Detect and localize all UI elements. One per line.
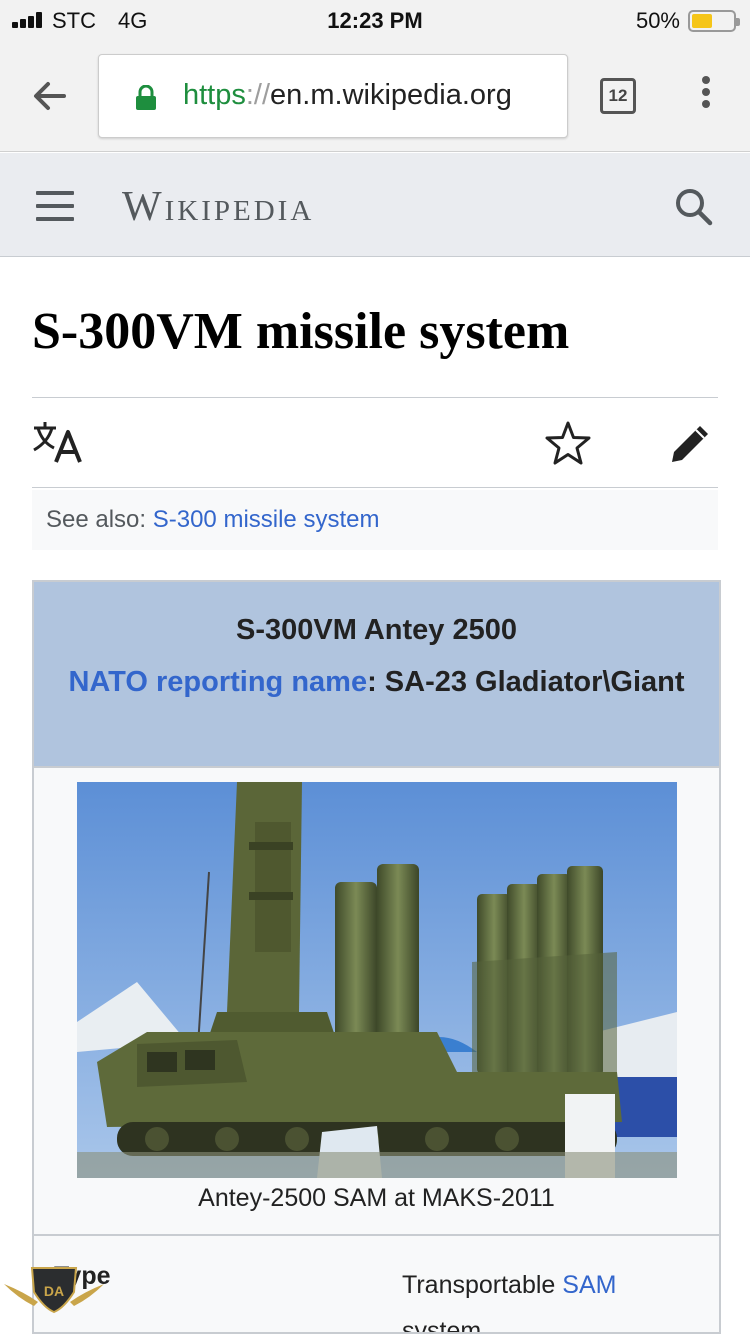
type-value-prefix: Transportable bbox=[402, 1271, 563, 1299]
nato-separator: : bbox=[367, 666, 385, 698]
battery-percent: 50% bbox=[635, 8, 680, 33]
infobox-image[interactable] bbox=[77, 782, 677, 1178]
language-icon[interactable] bbox=[32, 420, 86, 464]
status-bar: STC 4G 12:23 PM 50% bbox=[0, 0, 750, 40]
browser-toolbar: https://en.m.wikipedia.org 12 bbox=[0, 40, 750, 152]
wiki-header: Wikipedia bbox=[0, 153, 750, 257]
infobox-name: S-300VM Antey 2500 bbox=[235, 614, 517, 646]
tabs-count-button[interactable]: 12 bbox=[600, 78, 636, 114]
battery-icon bbox=[688, 10, 740, 32]
more-vert-icon[interactable] bbox=[696, 76, 716, 116]
infobox-header: S-300VM Antey 2500 NATO reporting name: … bbox=[34, 582, 719, 768]
forum-watermark-logo: DA bbox=[4, 1262, 104, 1332]
type-value-suffix: system bbox=[402, 1317, 482, 1334]
back-arrow-icon[interactable] bbox=[30, 76, 80, 116]
infobox: S-300VM Antey 2500 NATO reporting name: … bbox=[32, 580, 721, 1334]
url-host: en.m.wikipedia.org bbox=[270, 79, 512, 111]
page-title: S-300VM missile system bbox=[32, 303, 570, 360]
search-icon[interactable] bbox=[672, 185, 716, 229]
menu-icon[interactable] bbox=[36, 191, 74, 221]
url-text: https://en.m.wikipedia.org bbox=[183, 79, 512, 112]
url-scheme: https bbox=[183, 79, 246, 111]
infobox-image-caption: Antey-2500 SAM at MAKS-2011 bbox=[198, 1184, 555, 1212]
hatnote-link[interactable]: S-300 missile system bbox=[153, 506, 380, 533]
lock-icon bbox=[135, 84, 157, 111]
hatnote-prefix: See also: bbox=[46, 506, 153, 533]
address-bar[interactable]: https://en.m.wikipedia.org bbox=[98, 54, 568, 138]
infobox-type-value: Transportable SAM system bbox=[402, 1262, 616, 1334]
nato-reporting-name-value: SA-23 Gladiator\Giant bbox=[384, 666, 685, 698]
nato-reporting-name-link[interactable]: NATO reporting name bbox=[68, 666, 367, 698]
infobox-divider bbox=[34, 1234, 719, 1236]
sam-link[interactable]: SAM bbox=[562, 1271, 616, 1299]
wikipedia-wordmark[interactable]: Wikipedia bbox=[122, 183, 314, 231]
edit-pencil-icon[interactable] bbox=[668, 420, 714, 466]
watch-star-icon[interactable] bbox=[544, 420, 592, 468]
hatnote: See also: S-300 missile system bbox=[32, 490, 718, 550]
svg-text:DA: DA bbox=[44, 1283, 64, 1299]
url-separator: :// bbox=[245, 79, 271, 111]
infobox-nato-line: NATO reporting name: SA-23 Gladiator\Gia… bbox=[68, 666, 684, 698]
page-actions bbox=[32, 398, 718, 488]
